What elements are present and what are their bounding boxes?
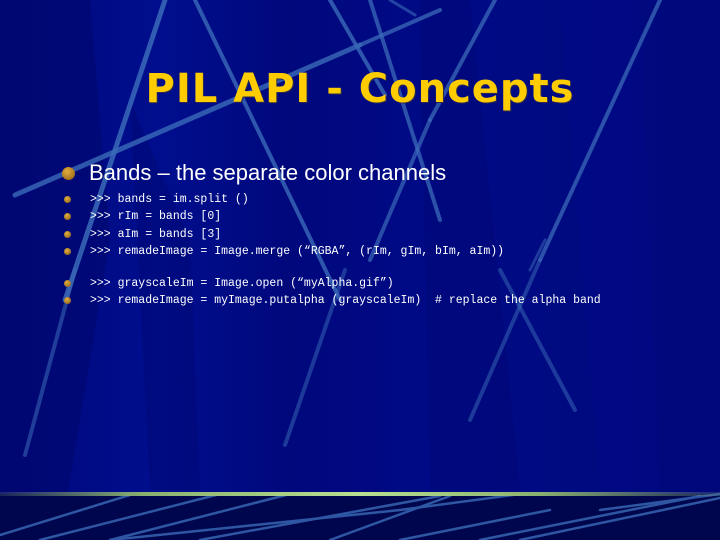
code-line: >>> remadeImage = Image.merge (“RGBA”, (… [62,243,504,260]
code-text: >>> bands = im.split () [90,193,249,207]
code-group-putalpha: >>> grayscaleIm = Image.open (“myAlpha.g… [62,275,601,310]
bullet-icon [64,297,71,305]
code-text: >>> rIm = bands [0] [90,210,222,224]
bullet-icon [64,213,71,221]
slide-title: PIL API - Concepts [145,66,575,112]
code-group-split-merge: >>> bands = im.split () >>> rIm = bands … [62,191,504,260]
code-line: >>> remadeImage = myImage.putalpha (gray… [62,292,601,309]
bullet-icon [64,248,71,256]
streak-line [388,0,417,17]
code-line: >>> bands = im.split () [62,191,504,208]
main-bullet-text: Bands – the separate color channels [89,160,447,185]
slide: PIL API - Concepts Bands – the separate … [0,0,720,540]
code-text: >>> remadeImage = myImage.putalpha (gray… [90,294,601,308]
code-line: >>> rIm = bands [0] [62,208,504,225]
code-text: >>> remadeImage = Image.merge (“RGBA”, (… [90,245,505,259]
code-text: >>> aIm = bands [3] [90,227,222,241]
footer-accent-line [0,492,720,496]
bullet-icon [62,166,75,180]
bullet-icon [64,196,71,204]
code-line: >>> grayscaleIm = Image.open (“myAlpha.g… [62,275,601,292]
code-text: >>> grayscaleIm = Image.open (“myAlpha.g… [90,277,394,291]
main-bullet: Bands – the separate color channels [62,160,446,186]
bullet-icon [64,230,71,238]
code-line: >>> aIm = bands [3] [62,226,504,243]
bullet-icon [64,280,71,288]
